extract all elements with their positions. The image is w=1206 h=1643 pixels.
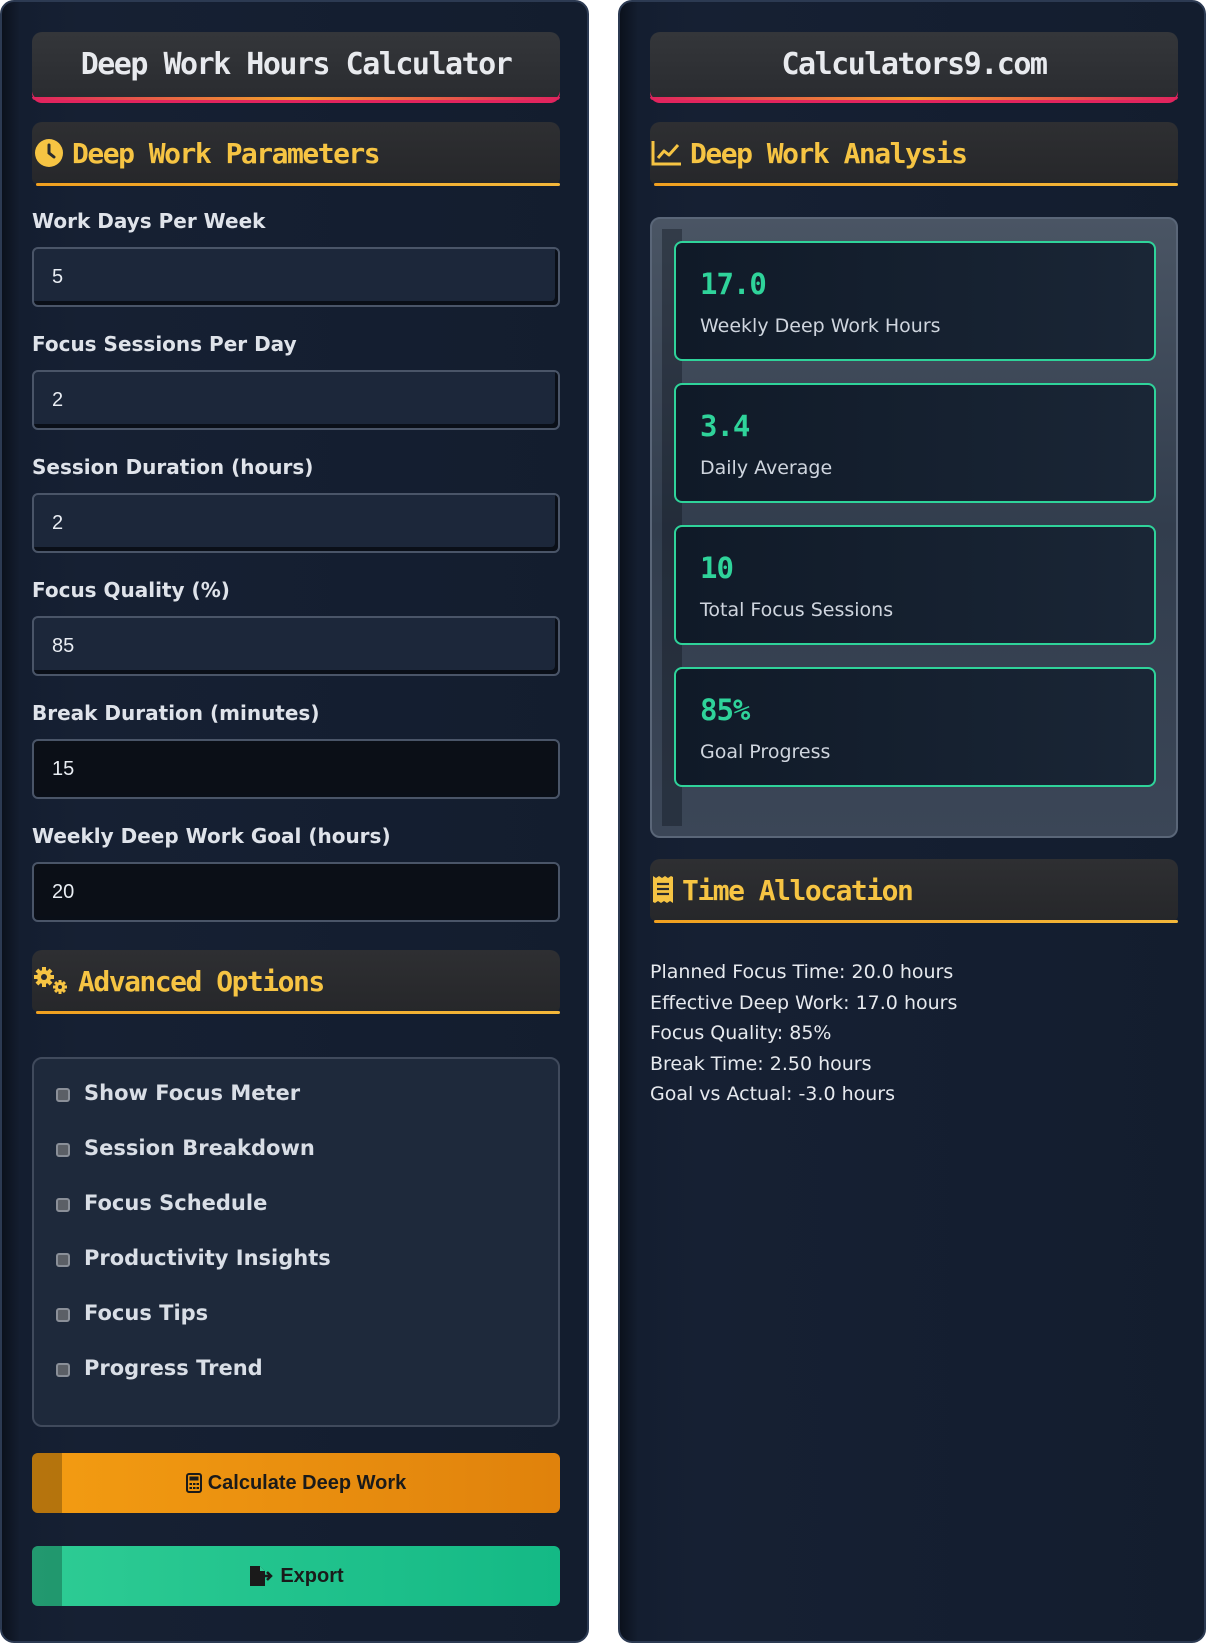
option-focus-schedule[interactable]: Focus Schedule bbox=[56, 1191, 267, 1215]
result-card-daily-average: 3.4 Daily Average bbox=[674, 383, 1156, 503]
checkbox[interactable] bbox=[56, 1143, 70, 1157]
allocation-line: Effective Deep Work: 17.0 hours bbox=[650, 991, 958, 1014]
result-card-weekly-hours: 17.0 Weekly Deep Work Hours bbox=[674, 241, 1156, 361]
result-label: Weekly Deep Work Hours bbox=[700, 315, 941, 337]
allocation-line: Planned Focus Time: 20.0 hours bbox=[650, 961, 954, 983]
option-productivity-insights[interactable]: Productivity Insights bbox=[56, 1246, 331, 1270]
time-allocation-list: Planned Focus Time: 20.0 hours Effective… bbox=[650, 957, 957, 1110]
checkbox[interactable] bbox=[56, 1253, 70, 1267]
break-duration-label: Break Duration (minutes) bbox=[32, 701, 320, 725]
export-button[interactable]: Export bbox=[32, 1546, 560, 1606]
result-label: Total Focus Sessions bbox=[700, 599, 894, 621]
option-progress-trend[interactable]: Progress Trend bbox=[56, 1356, 263, 1380]
break-duration-input[interactable] bbox=[32, 739, 560, 799]
allocation-line: Focus Quality: 85% bbox=[650, 1022, 832, 1044]
calculate-button-label: Calculate Deep Work bbox=[207, 1471, 407, 1494]
checkbox[interactable] bbox=[56, 1308, 70, 1322]
analysis-section-header: Deep Work Analysis bbox=[650, 122, 1178, 186]
allocation-section-header: Time Allocation bbox=[650, 859, 1178, 923]
result-label: Daily Average bbox=[700, 457, 833, 479]
focus-sessions-label: Focus Sessions Per Day bbox=[32, 332, 297, 356]
result-value: 85% bbox=[700, 693, 750, 727]
option-show-focus-meter[interactable]: Show Focus Meter bbox=[56, 1081, 300, 1105]
session-duration-label: Session Duration (hours) bbox=[32, 455, 314, 479]
allocation-line: Break Time: 2.50 hours bbox=[650, 1052, 872, 1075]
calculator-icon bbox=[185, 1473, 202, 1493]
advanced-section-title: Advanced Options bbox=[78, 964, 325, 998]
weekly-goal-input[interactable] bbox=[32, 862, 560, 922]
clock-icon bbox=[32, 136, 66, 170]
weekly-goal-label: Weekly Deep Work Goal (hours) bbox=[32, 824, 391, 848]
allocation-section-title: Time Allocation bbox=[682, 873, 914, 907]
focus-quality-label: Focus Quality (%) bbox=[32, 578, 230, 602]
params-section-header: Deep Work Parameters bbox=[32, 122, 560, 186]
checkbox[interactable] bbox=[56, 1088, 70, 1102]
advanced-section-header: Advanced Options bbox=[32, 950, 560, 1014]
result-value: 3.4 bbox=[700, 409, 750, 443]
result-card-total-sessions: 10 Total Focus Sessions bbox=[674, 525, 1156, 645]
result-card-goal-progress: 85% Goal Progress bbox=[674, 667, 1156, 787]
export-button-label: Export bbox=[280, 1564, 344, 1587]
analysis-panel: Calculators9.com Deep Work Analysis 17.0… bbox=[618, 0, 1206, 1643]
result-value: 17.0 bbox=[700, 267, 767, 301]
file-export-icon bbox=[248, 1565, 274, 1587]
checkbox[interactable] bbox=[56, 1363, 70, 1377]
result-label: Goal Progress bbox=[700, 741, 831, 763]
option-focus-tips[interactable]: Focus Tips bbox=[56, 1301, 208, 1325]
checkbox[interactable] bbox=[56, 1198, 70, 1212]
session-duration-input[interactable] bbox=[32, 493, 560, 553]
focus-quality-input[interactable] bbox=[32, 616, 560, 676]
work-days-input[interactable] bbox=[32, 247, 560, 307]
chart-line-icon bbox=[650, 136, 684, 170]
advanced-options-box: Show Focus Meter Session Breakdown Focus… bbox=[32, 1057, 560, 1427]
result-value: 10 bbox=[700, 551, 734, 585]
parameters-panel: Deep Work Hours Calculator Deep Work Par… bbox=[0, 0, 589, 1643]
option-session-breakdown[interactable]: Session Breakdown bbox=[56, 1136, 315, 1160]
calculator-title: Deep Work Hours Calculator bbox=[80, 47, 513, 82]
site-title: Calculators9.com bbox=[781, 47, 1048, 82]
focus-sessions-input[interactable] bbox=[32, 370, 560, 430]
work-days-label: Work Days Per Week bbox=[32, 209, 266, 233]
allocation-line: Goal vs Actual: -3.0 hours bbox=[650, 1083, 895, 1105]
calculator-header: Deep Work Hours Calculator bbox=[32, 32, 560, 100]
results-container: 17.0 Weekly Deep Work Hours 3.4 Daily Av… bbox=[650, 217, 1178, 838]
receipt-icon bbox=[650, 873, 676, 907]
calculate-button[interactable]: Calculate Deep Work bbox=[32, 1453, 560, 1513]
analysis-section-title: Deep Work Analysis bbox=[690, 136, 968, 170]
params-section-title: Deep Work Parameters bbox=[72, 136, 381, 170]
site-header: Calculators9.com bbox=[650, 32, 1178, 100]
gears-icon bbox=[32, 964, 72, 998]
